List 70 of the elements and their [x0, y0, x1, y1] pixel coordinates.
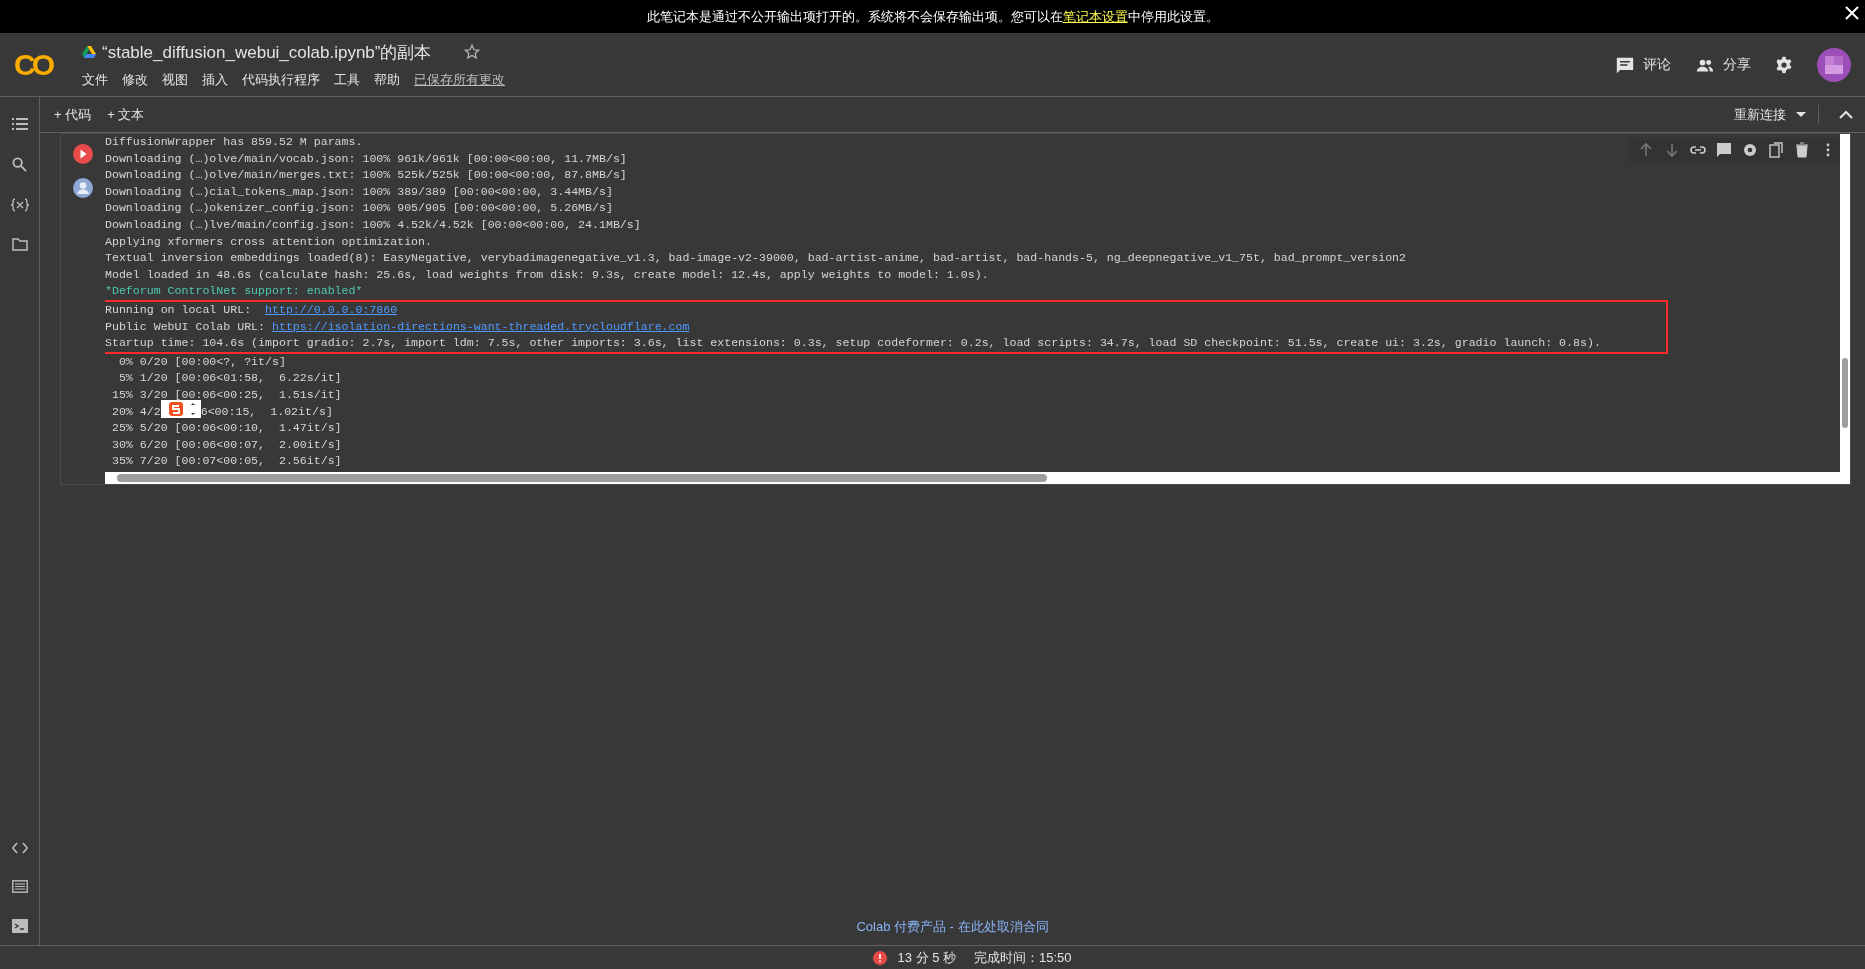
- notebook-title[interactable]: “stable_diffusion_webui_colab.ipynb”的副本: [102, 39, 432, 65]
- output-line: 20% 4/2: [110, 403, 161, 420]
- arrow-down-icon[interactable]: [1664, 142, 1680, 158]
- search-icon[interactable]: [12, 157, 27, 172]
- menu-item[interactable]: 插入: [202, 70, 228, 90]
- output-line: Downloading (…)olve/main/merges.txt: 100% 525k/525k [00:00<00:00, 87.8MB/s]: [105, 167, 627, 184]
- add-text-button[interactable]: + 文本: [107, 104, 145, 125]
- variables-icon[interactable]: [10, 198, 29, 212]
- scrollbar-thumb[interactable]: [1842, 358, 1848, 428]
- output-line: Downloading (…)lve/main/config.json: 100% 4.52k/4.52k [00:00<00:00, 24.1MB/s]: [105, 216, 641, 233]
- output-line: 15% 3/20 [00:06<00:25, 1.51s/it]: [110, 386, 342, 403]
- arrow-up-icon[interactable]: [1638, 142, 1654, 158]
- menu-item[interactable]: 修改: [122, 70, 148, 90]
- caret-icon: [1796, 111, 1806, 118]
- avatar-icon[interactable]: [1817, 47, 1851, 82]
- output-line: Model loaded in 48.6s (calculate hash: 25.6s, load weights from disk: 9.3s, create model: 12.4s, apply weights to model: 1.0s).: [105, 266, 989, 283]
- output-line: 5% 1/20 [00:06<01:58, 6.22s/it]: [117, 370, 342, 387]
- output-line: 0% 0/20 [00:00<?, ?it/s]: [117, 353, 286, 370]
- menu-item[interactable]: 帮助: [374, 70, 400, 90]
- output-line: Downloading (…)cial_tokens_map.json: 100% 389/389 [00:00<00:00, 3.44MB/s]: [105, 183, 613, 200]
- comment-icon: [1615, 55, 1635, 74]
- elapsed-time: 13 分 5 秒: [897, 948, 956, 967]
- command-palette-icon[interactable]: [11, 880, 28, 893]
- banner-message-end: 中停用此设置。: [1127, 7, 1219, 26]
- output-line: Startup time: 104.6s (import gradio: 2.7s, import ldm: 7.5s, other imports: 3.6s, list extensions: 0.3s, setup codeformer: 0.2s, load scripts: 34.7s, load SD checkpoint: 51.5s, create ui: 3.2s, gradio launch: 0.8s).: [105, 335, 1601, 352]
- horizontal-scrollbar[interactable]: [105, 472, 1850, 484]
- output-line: 35% 7/20 [00:07<00:05, 2.56it/s]: [110, 453, 342, 470]
- output-line: Downloading (…)olve/main/vocab.json: 100% 961k/961k [00:00<00:00, 11.7MB/s]: [105, 150, 627, 167]
- delete-icon[interactable]: [1794, 142, 1810, 158]
- output-line: Downloading (…)okenizer_config.json: 100% 905/905 [00:00<00:00, 5.26MB/s]: [105, 200, 613, 217]
- list-icon[interactable]: [11, 117, 28, 131]
- output-line: 25% 5/20 [00:06<00:10, 1.47it/s]: [110, 420, 342, 437]
- input-method-icon[interactable]: [160, 399, 201, 418]
- drive-icon: [82, 46, 96, 59]
- collapse-icon[interactable]: [1839, 110, 1853, 119]
- menu-item[interactable]: 代码执行程序: [242, 70, 320, 90]
- comment-button[interactable]: 评论: [1615, 54, 1671, 75]
- settings-link[interactable]: 笔记本设置: [1062, 6, 1128, 27]
- output-label: Public WebUI Colab URL:: [105, 318, 267, 335]
- output-line: 30% 6/20 [00:06<00:07, 2.00it/s]: [110, 436, 342, 453]
- subscription-link[interactable]: Colab 付费产品 - 在此处取消合同: [856, 917, 1049, 937]
- output-line: Applying xformers cross attention optimization.: [105, 233, 432, 250]
- star-icon[interactable]: [463, 43, 482, 62]
- menu-item[interactable]: 视图: [162, 70, 188, 90]
- menu-item[interactable]: 文件: [82, 70, 108, 90]
- terminal-icon[interactable]: [11, 919, 28, 933]
- comment-icon[interactable]: [1716, 142, 1732, 158]
- user-icon: [73, 178, 93, 198]
- output-line: Textual inversion embeddings loaded(8): EasyNegative, verybadimagenegative_v1.3, bad-image-v2-39000, bad-artist-anime, bad-artist, bad-hands-5, ng_deepnegative_v1_75t, bad_prompt_version2: [105, 250, 1407, 267]
- reconnect-button[interactable]: 重新连接: [1734, 104, 1819, 125]
- share-button[interactable]: 分享: [1695, 54, 1751, 75]
- vertical-scrollbar[interactable]: [1840, 134, 1850, 474]
- error-icon: [873, 950, 888, 965]
- output-label: Running on local URL:: [105, 301, 253, 318]
- output-line: DiffusionWrapper has 859.52 M params.: [105, 134, 363, 150]
- folder-icon[interactable]: [11, 238, 28, 251]
- menu-item[interactable]: 工具: [334, 70, 360, 90]
- output-line: *Deforum ControlNet support: enabled*: [105, 283, 363, 300]
- output-line: 6<00:15, 1.02it/s]: [200, 403, 333, 420]
- code-icon[interactable]: [11, 842, 28, 854]
- add-code-button[interactable]: + 代码: [54, 104, 92, 125]
- save-status-link[interactable]: 已保存所有更改: [414, 70, 505, 90]
- colab-logo[interactable]: CO: [14, 50, 56, 79]
- banner-message: 此笔记本是通过不公开输出项打开的。系统将不会保存输出项。您可以在: [646, 7, 1063, 26]
- url-link[interactable]: http://0.0.0.0:7860: [265, 301, 398, 319]
- url-link[interactable]: https://isolation-directions-want-threaded.trycloudflare.com: [272, 318, 690, 336]
- run-icon[interactable]: [73, 144, 93, 164]
- close-icon[interactable]: [1845, 6, 1859, 20]
- finish-time: 完成时间：15:50: [974, 948, 1072, 967]
- scrollbar-thumb[interactable]: [117, 474, 1047, 482]
